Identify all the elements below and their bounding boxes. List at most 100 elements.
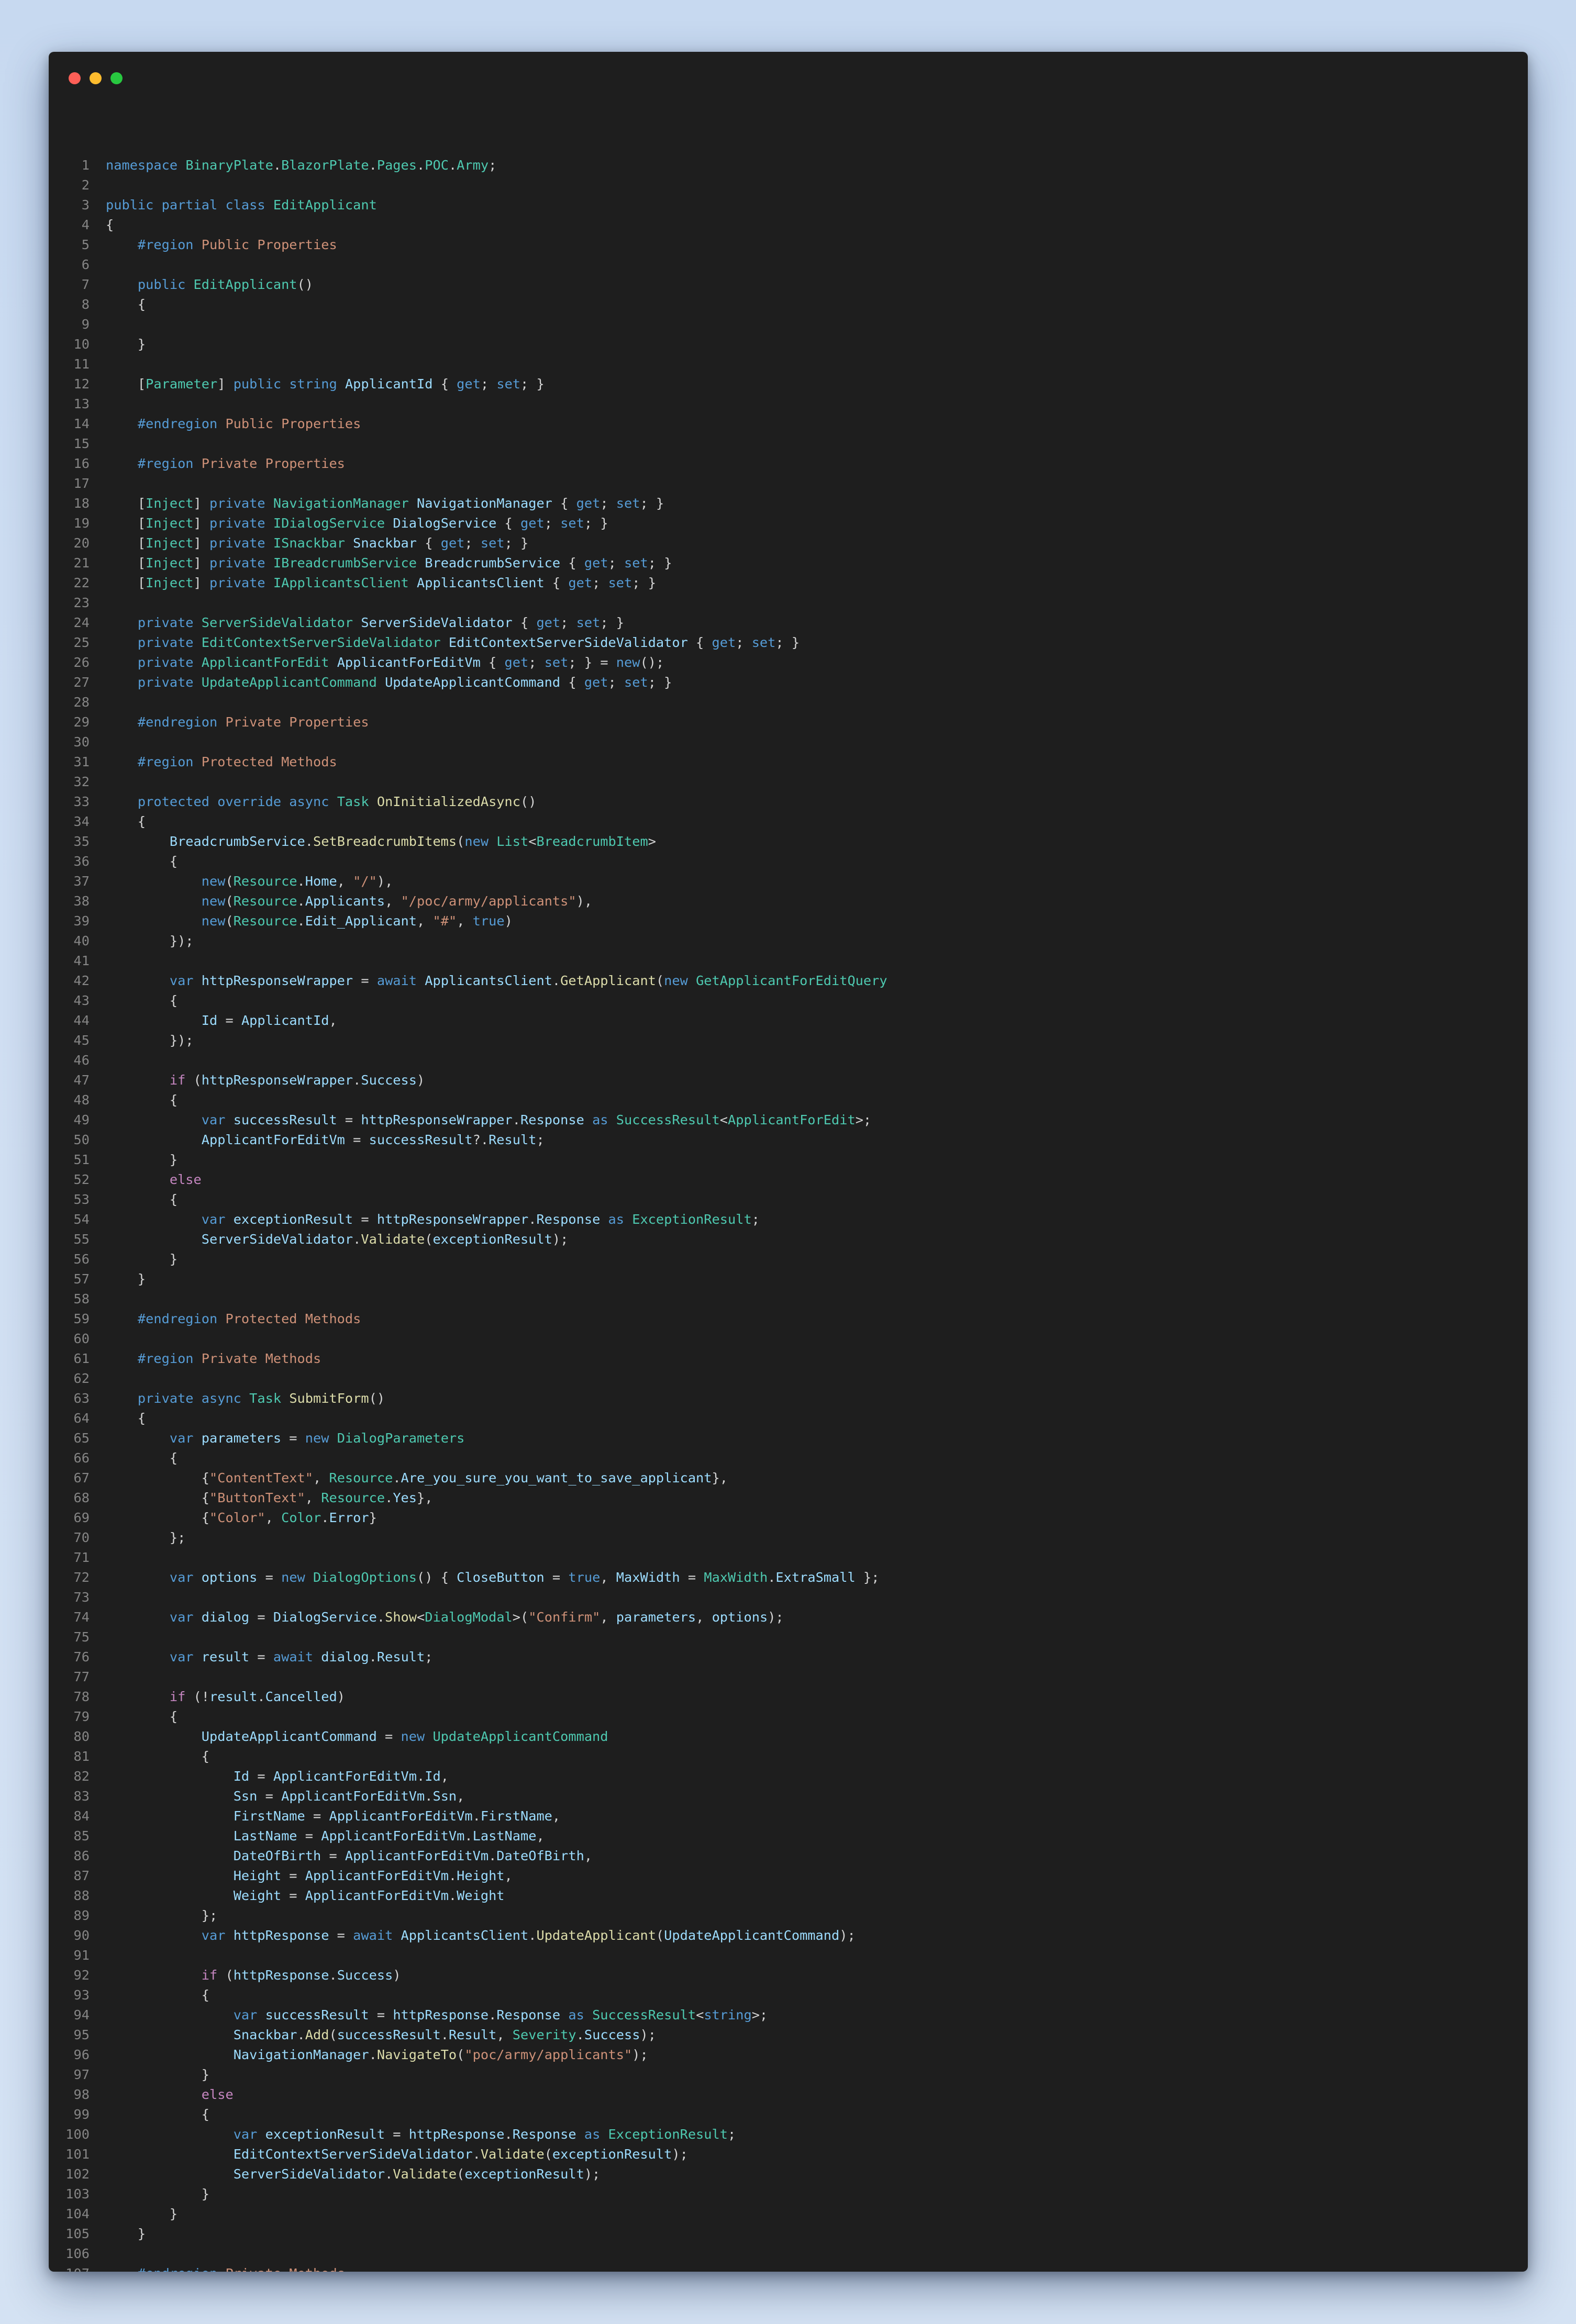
code-token: Home (305, 874, 337, 889)
line-number: 81 (73, 1749, 90, 1764)
code-token: Inject (146, 535, 194, 551)
code-line: 65 var parameters = new DialogParameters (49, 1428, 1528, 1448)
line-number: 87 (73, 1868, 90, 1883)
code-line: 91 (49, 1946, 1528, 1965)
code-token: }, (712, 1470, 728, 1485)
line-number: 96 (73, 2047, 90, 2062)
code-token: private (209, 496, 273, 511)
code-token: } (106, 1152, 178, 1167)
code-token: set (544, 655, 569, 670)
code-line: 69 {"Color", Color.Error} (49, 1508, 1528, 1528)
code-token: ; (489, 158, 497, 173)
code-token: = (249, 1610, 273, 1625)
code-token: Id (201, 1013, 218, 1028)
code-token: = (217, 1013, 241, 1028)
minimize-window-button[interactable] (90, 72, 102, 84)
code-token: parameters (616, 1610, 696, 1625)
code-token: { (106, 1470, 209, 1485)
code-token: set (616, 496, 640, 511)
code-text: #region Protected Methods (106, 752, 337, 772)
code-token: Private Methods (225, 2266, 345, 2272)
code-token: . (768, 1570, 776, 1585)
code-token: SubmitForm (289, 1391, 369, 1406)
line-number: 32 (73, 774, 90, 789)
code-token: (); (640, 655, 664, 670)
code-token: { (106, 1192, 178, 1207)
code-token: ServerSideValidator (201, 615, 361, 630)
line-number: 36 (73, 854, 90, 869)
code-token: ServerSideValidator (201, 1232, 353, 1247)
code-token: . (321, 1510, 329, 1525)
code-token: var (169, 1649, 202, 1664)
code-line: 17 (49, 474, 1528, 494)
maximize-window-button[interactable] (110, 72, 123, 84)
code-token: "ButtonText" (209, 1490, 305, 1505)
code-token: Color (281, 1510, 321, 1525)
code-token: , (496, 2027, 513, 2042)
line-number: 72 (73, 1570, 90, 1585)
line-number: 57 (73, 1271, 90, 1287)
line-number: 85 (73, 1828, 90, 1843)
code-token: set (608, 575, 632, 590)
line-number: 11 (73, 356, 90, 372)
code-token: ); (632, 2047, 648, 2062)
code-token: , (265, 1510, 282, 1525)
line-number: 35 (73, 834, 90, 849)
code-token: { (106, 993, 178, 1008)
code-token: ApplicantForEditVm (305, 1868, 449, 1883)
code-line: 3 public partial class EditApplicant (49, 195, 1528, 215)
code-token: Add (305, 2027, 329, 2042)
code-text: {"Color", Color.Error} (106, 1508, 377, 1528)
line-number: 103 (65, 2186, 90, 2202)
code-text: [Inject] private IBreadcrumbService Brea… (106, 553, 672, 573)
code-token: var (201, 1212, 234, 1227)
code-token: Validate (361, 1232, 425, 1247)
code-line: 36 { (49, 852, 1528, 872)
code-line: 81 { (49, 1747, 1528, 1767)
code-token: { (106, 854, 178, 869)
code-token: get (520, 516, 545, 531)
line-number: 22 (73, 575, 90, 590)
code-text: private ApplicantForEdit ApplicantForEdi… (106, 653, 664, 673)
code-token: Height (233, 1868, 282, 1883)
line-number: 61 (73, 1351, 90, 1366)
code-text: Snackbar.Add(successResult.Result, Sever… (106, 2025, 656, 2045)
code-token: } (106, 1271, 146, 1287)
code-token: }; (106, 1908, 218, 1923)
line-number: 43 (73, 993, 90, 1008)
code-token: Public Properties (225, 416, 361, 431)
line-number: 1 (81, 158, 90, 173)
code-token: new (201, 874, 226, 889)
code-token: ExceptionResult (632, 1212, 752, 1227)
line-number: 84 (73, 1808, 90, 1824)
code-token: ; } (504, 535, 529, 551)
code-token: new (616, 655, 640, 670)
code-token: { (106, 1709, 178, 1724)
code-token: }; (106, 1530, 186, 1545)
code-token: ServerSideValidator (361, 615, 513, 630)
code-token: { (106, 2107, 209, 2122)
line-number: 65 (73, 1431, 90, 1446)
code-token: set (624, 555, 648, 571)
close-window-button[interactable] (69, 72, 81, 84)
code-token: ( (544, 2147, 552, 2162)
code-token: NavigationManager (273, 496, 417, 511)
code-token: . (528, 1212, 537, 1227)
code-token: , (536, 1828, 545, 1843)
code-line: 57 } (49, 1269, 1528, 1289)
code-text: #endregion Public Properties (106, 414, 361, 434)
code-token: { (544, 575, 569, 590)
code-line: 98 else (49, 2085, 1528, 2105)
code-token: { (687, 635, 712, 650)
code-token: Resource (233, 874, 297, 889)
code-token: = (257, 1789, 282, 1804)
code-line: 95 Snackbar.Add(successResult.Result, Se… (49, 2025, 1528, 2045)
code-token: set (496, 376, 521, 392)
code-token: #region (137, 754, 202, 769)
code-token: new (281, 1570, 314, 1585)
